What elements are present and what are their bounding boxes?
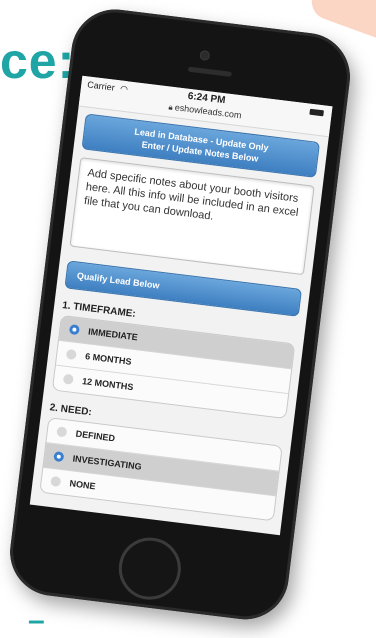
option-label: INVESTIGATING [72,453,143,472]
radio-icon [50,475,62,488]
form-content: Lead in Database - Update Only Enter / U… [31,106,329,528]
option-label: 12 MONTHS [81,376,134,393]
option-label: 6 MONTHS [84,351,133,367]
phone-mockup: Carrier ◠ 6:24 PM 🔒︎eshowleads.com Lead … [0,2,376,628]
radio-icon [65,348,77,361]
phone-body: Carrier ◠ 6:24 PM 🔒︎eshowleads.com Lead … [5,4,355,625]
radio-selected-icon [68,324,80,336]
lock-icon: 🔒︎ [168,102,174,112]
option-label: NONE [69,478,97,492]
option-label: DEFINED [75,428,116,444]
home-button[interactable] [115,534,185,604]
phone-screen: Carrier ◠ 6:24 PM 🔒︎eshowleads.com Lead … [29,75,333,536]
camera-icon [199,49,211,62]
radio-icon [62,373,74,385]
speaker-grille [187,66,232,77]
radio-selected-icon [53,451,65,463]
option-label: IMMEDIATE [87,326,139,343]
radio-icon [56,426,68,438]
footer-text: – [28,604,45,637]
